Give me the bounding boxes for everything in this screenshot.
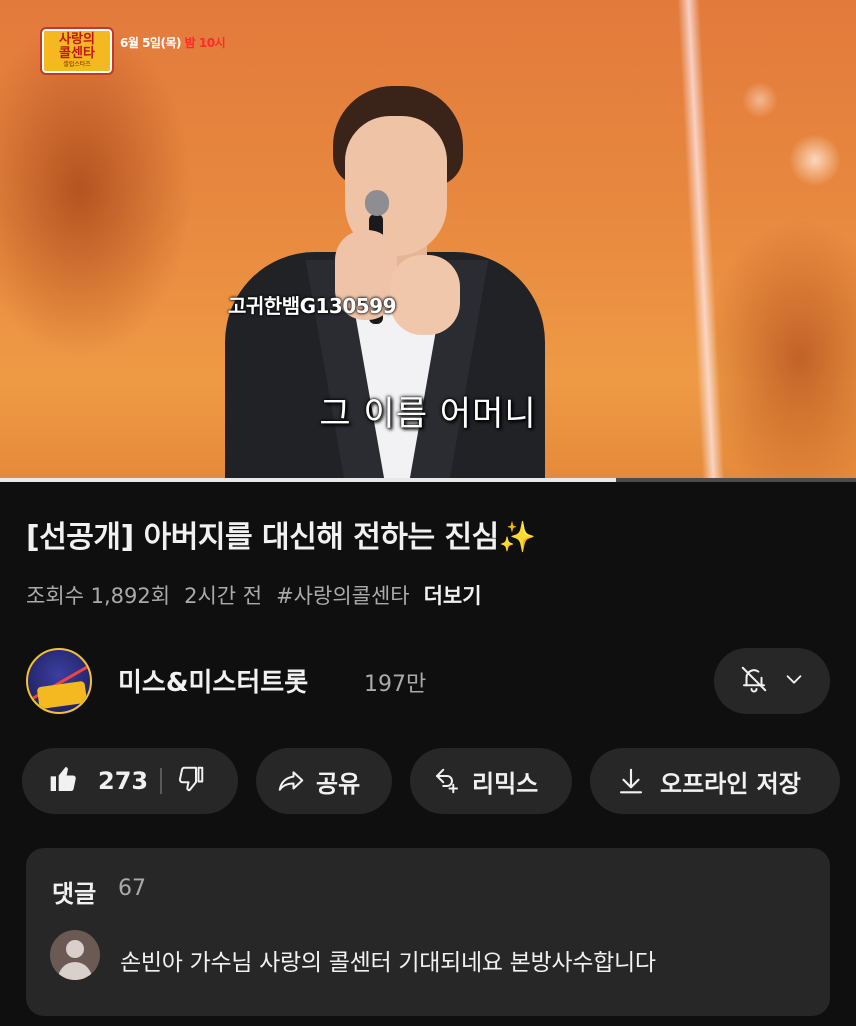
video-player[interactable]: 사랑의 콜센타 셀럽스타즈 6월 5일(목) 밤 10시 고귀한뱀G130599…: [0, 0, 856, 478]
air-date: 6월 5일(목): [120, 36, 185, 50]
thumbs-down-icon: [176, 764, 206, 798]
chevron-down-icon: [783, 668, 805, 694]
video-progress-fill: [0, 478, 617, 482]
video-title[interactable]: [선공개] 아버지를 대신해 전하는 진심✨: [26, 512, 536, 556]
bell-off-icon: [739, 664, 769, 698]
show-logo-line2: 콜센타: [59, 46, 95, 61]
show-logo-line1: 사랑의: [59, 32, 95, 47]
avatar-logo-strip: [36, 680, 88, 710]
thumbs-up-icon: [48, 763, 80, 799]
notification-button[interactable]: [714, 648, 830, 714]
share-arrow-icon: [276, 766, 306, 796]
microphone-head: [365, 190, 389, 216]
video-meta[interactable]: 조회수 1,892회 2시간 전 #사랑의콜센타 더보기: [26, 580, 482, 610]
remix-button[interactable]: 리믹스: [410, 748, 572, 814]
comments-count: 67: [118, 876, 146, 901]
offline-save-label: 오프라인 저장: [660, 769, 801, 798]
comments-panel[interactable]: 댓글 67 손빈아 가수님 사랑의 콜센터 기대되네요 본방사수합니다: [26, 848, 830, 1016]
download-icon: [616, 766, 646, 796]
share-label: 공유: [316, 769, 361, 798]
commenter-avatar: [50, 930, 100, 980]
video-subtitle: 그 이름 어머니: [319, 394, 537, 434]
hashtag-link[interactable]: #사랑의콜센타: [276, 580, 410, 610]
air-time-caption: 6월 5일(목) 밤 10시: [120, 34, 226, 51]
channel-name[interactable]: 미스&미스터트롯: [118, 662, 308, 699]
more-button[interactable]: 더보기: [424, 580, 482, 610]
video-watermark: 고귀한뱀G130599: [228, 294, 397, 318]
channel-row: 미스&미스터트롯 197만: [26, 648, 830, 714]
dislike-button[interactable]: [176, 764, 206, 798]
show-logo: 사랑의 콜센타 셀럽스타즈: [40, 27, 114, 75]
top-comment-text: 손빈아 가수님 사랑의 콜센터 기대되네요 본방사수합니다: [120, 950, 656, 976]
video-progress-bar[interactable]: [0, 478, 856, 482]
channel-avatar[interactable]: [26, 648, 92, 714]
offline-save-button[interactable]: 오프라인 저장: [590, 748, 840, 814]
like-button[interactable]: [48, 763, 80, 799]
view-count: 조회수 1,892회: [26, 584, 171, 608]
hand-right: [390, 255, 460, 335]
like-dislike-pill: 273: [22, 748, 238, 814]
show-logo-sub: 셀럽스타즈: [63, 61, 91, 68]
avatar-body: [58, 962, 92, 980]
share-button[interactable]: 공유: [256, 748, 392, 814]
like-count: 273: [98, 767, 149, 795]
remix-icon: [432, 766, 462, 796]
like-divider: [160, 768, 163, 794]
avatar-head: [66, 940, 84, 958]
comments-header: 댓글: [52, 880, 97, 908]
subscriber-count: 197만: [364, 672, 427, 697]
upload-time: 2시간 전: [184, 584, 263, 608]
remix-label: 리믹스: [472, 769, 539, 798]
air-time: 밤 10시: [184, 36, 226, 50]
